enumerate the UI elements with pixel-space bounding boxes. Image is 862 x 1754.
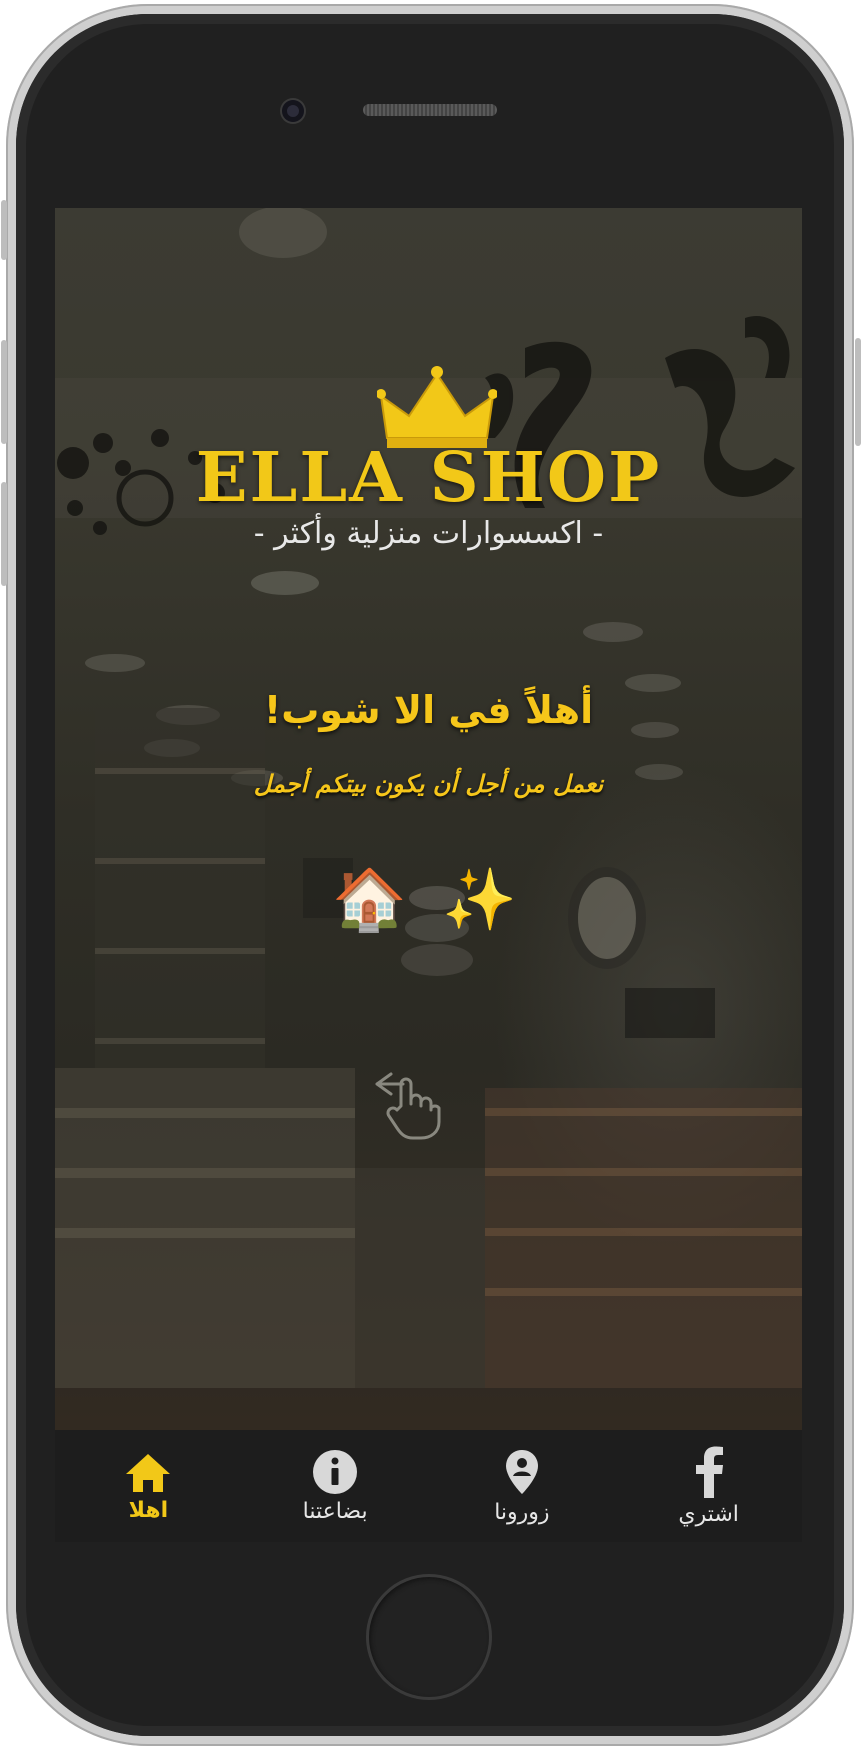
earpiece-speaker bbox=[363, 104, 497, 116]
facebook-icon bbox=[695, 1446, 723, 1498]
tab-buy[interactable]: اشتري bbox=[616, 1430, 802, 1542]
bottom-tab-bar: اهلا بضاعتنا زورونا اشتري bbox=[55, 1430, 802, 1542]
power-button bbox=[855, 338, 861, 446]
location-pin-icon bbox=[505, 1449, 538, 1494]
tab-home[interactable]: اهلا bbox=[55, 1430, 241, 1542]
tab-products-label: بضاعتنا bbox=[302, 1498, 368, 1524]
tab-visit-us-label: زورونا bbox=[494, 1499, 550, 1525]
brand-logo: ELLA SHOP bbox=[195, 438, 662, 518]
swipe-hand-icon bbox=[375, 1072, 441, 1140]
tab-home-label: اهلا bbox=[128, 1497, 169, 1523]
home-icon bbox=[126, 1453, 171, 1492]
volume-silent-switch bbox=[1, 200, 7, 260]
info-icon bbox=[313, 1449, 358, 1494]
app-screen: ELLA SHOP - اكسسوارات منزلية وأكثر - أهل… bbox=[55, 208, 802, 1542]
motto-text: نعمل من أجل أن يكون بيتكم أجمل bbox=[253, 770, 604, 798]
tab-buy-label: اشتري bbox=[678, 1501, 739, 1527]
tab-visit-us[interactable]: زورونا bbox=[429, 1430, 615, 1542]
welcome-heading: أهلاً في الا شوب! bbox=[263, 688, 594, 732]
volume-up-button bbox=[1, 340, 7, 444]
tab-products[interactable]: بضاعتنا bbox=[242, 1430, 428, 1542]
house-sparkles-emoji: 🏠 ✨ bbox=[332, 865, 525, 935]
brand-tagline: - اكسسوارات منزلية وأكثر - bbox=[253, 516, 604, 551]
home-button[interactable] bbox=[366, 1574, 492, 1700]
front-camera bbox=[282, 100, 304, 122]
volume-down-button bbox=[1, 482, 7, 586]
